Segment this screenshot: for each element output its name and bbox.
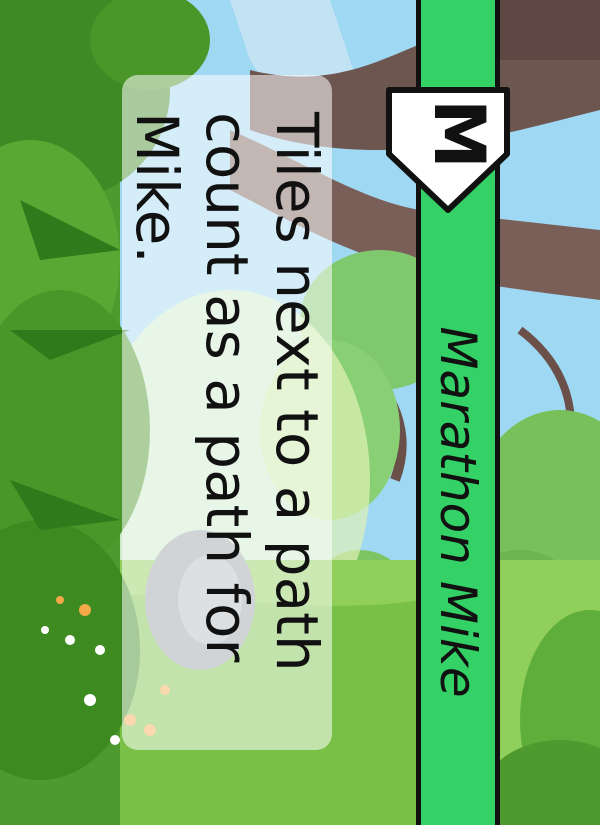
game-card: Tiles next to a path count as a path for… [0, 0, 600, 825]
character-name: Marathon Mike [429, 326, 487, 698]
ability-text: Tiles next to a path count as a path for… [123, 112, 331, 672]
badge-letter: M [418, 99, 500, 169]
